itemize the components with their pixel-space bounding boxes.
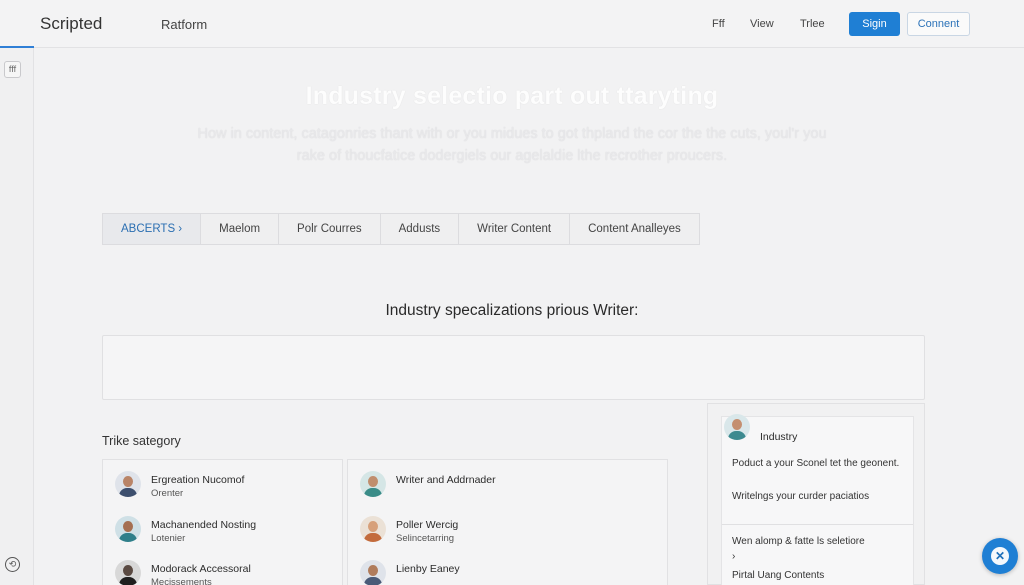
list-item[interactable]: Machanended Nosting Lotenier (115, 516, 335, 548)
industry-popup: Industry Poduct a your Sconel tet the ge… (707, 403, 925, 585)
list-item-subtitle: Orenter (151, 488, 184, 499)
tab-maelom[interactable]: Maelom (201, 214, 280, 244)
tab-abcerts[interactable]: ABCERTS › (103, 214, 202, 244)
connect-button[interactable]: Connent (907, 12, 970, 36)
list-item[interactable]: Writer and Addrnader (360, 471, 580, 503)
popup-text-line: Writelngs your curder paciatios (732, 491, 870, 502)
avatar (115, 471, 141, 497)
list-item-subtitle: Selincetarring (396, 533, 455, 544)
writer-list-left: Ergreation Nucomof Orenter Machanended N… (102, 459, 343, 585)
list-item-subtitle: Mecissements (151, 577, 212, 585)
hero-title: Industry selectio part out ttaryting (305, 82, 719, 110)
popup-option[interactable]: Wen alomp & fatte ls seletiore (732, 536, 865, 547)
popup-text-line: Poduct a your Sconel tet the geonent. (732, 458, 900, 469)
tab-addusts[interactable]: Addusts (380, 214, 460, 244)
list-item-name: Lienby Eaney (396, 563, 460, 575)
avatar (360, 471, 386, 497)
list-item[interactable]: Modorack Accessoral Mecissements (115, 560, 335, 585)
nav-link-view[interactable]: View (750, 18, 774, 30)
nav-link-trlee[interactable]: Trlee (800, 18, 825, 30)
popup-option[interactable]: Pirtal Uang Contents (732, 570, 824, 581)
industry-popup-card: Industry Poduct a your Sconel tet the ge… (721, 414, 914, 585)
tab-content-analleyes[interactable]: Content Analleyes (570, 214, 699, 244)
list-item-subtitle: Lotenier (151, 533, 186, 544)
top-bar: Scripted Ratform Fff View Trlee Sigin Co… (0, 0, 1024, 48)
sidebar-toggle-icon[interactable]: fff (4, 61, 21, 78)
writer-list-right: Writer and Addrnader Poller Wercig Selin… (347, 459, 668, 585)
list-item[interactable]: Lienby Eaney (360, 560, 580, 585)
avatar (115, 516, 141, 542)
close-icon: ✕ (991, 547, 1009, 565)
list-item[interactable]: Ergreation Nucomof Orenter (115, 471, 335, 503)
list-item[interactable]: Poller Wercig Selincetarring (360, 516, 580, 548)
chevron-right-icon[interactable]: › (732, 551, 735, 562)
brand-logo[interactable]: Scripted (40, 14, 102, 34)
popup-divider (722, 524, 913, 525)
close-fab-button[interactable]: ✕ (982, 538, 1018, 574)
tab-writer-content[interactable]: Writer Content (459, 214, 571, 244)
platform-link[interactable]: Ratform (161, 17, 207, 32)
list-item-name: Machanended Nosting (151, 519, 257, 531)
avatar (360, 560, 386, 585)
list-item-name: Poller Wercig (396, 519, 459, 531)
signin-button[interactable]: Sigin (849, 12, 900, 36)
nav-link-fff[interactable]: Fff (712, 18, 725, 30)
avatar (724, 414, 750, 440)
search-input-area[interactable] (102, 335, 925, 400)
category-label: Trike sategory (102, 434, 181, 448)
list-item-name: Writer and Addrnader (396, 474, 496, 486)
section-heading: Industry specalizations prious Writer: (385, 302, 639, 319)
category-tabs: ABCERTS › Maelom Polr Courres Addusts Wr… (102, 213, 700, 245)
avatar (115, 560, 141, 585)
hero-subtitle: How in content, catagonries thant with o… (197, 126, 827, 164)
avatar (360, 516, 386, 542)
tab-polr-courres[interactable]: Polr Courres (279, 214, 381, 244)
list-item-name: Ergreation Nucomof (151, 474, 245, 486)
back-arrow-icon[interactable]: ⟲ (5, 557, 20, 572)
list-item-name: Modorack Accessoral (151, 563, 251, 575)
popup-title: Industry (760, 431, 798, 443)
